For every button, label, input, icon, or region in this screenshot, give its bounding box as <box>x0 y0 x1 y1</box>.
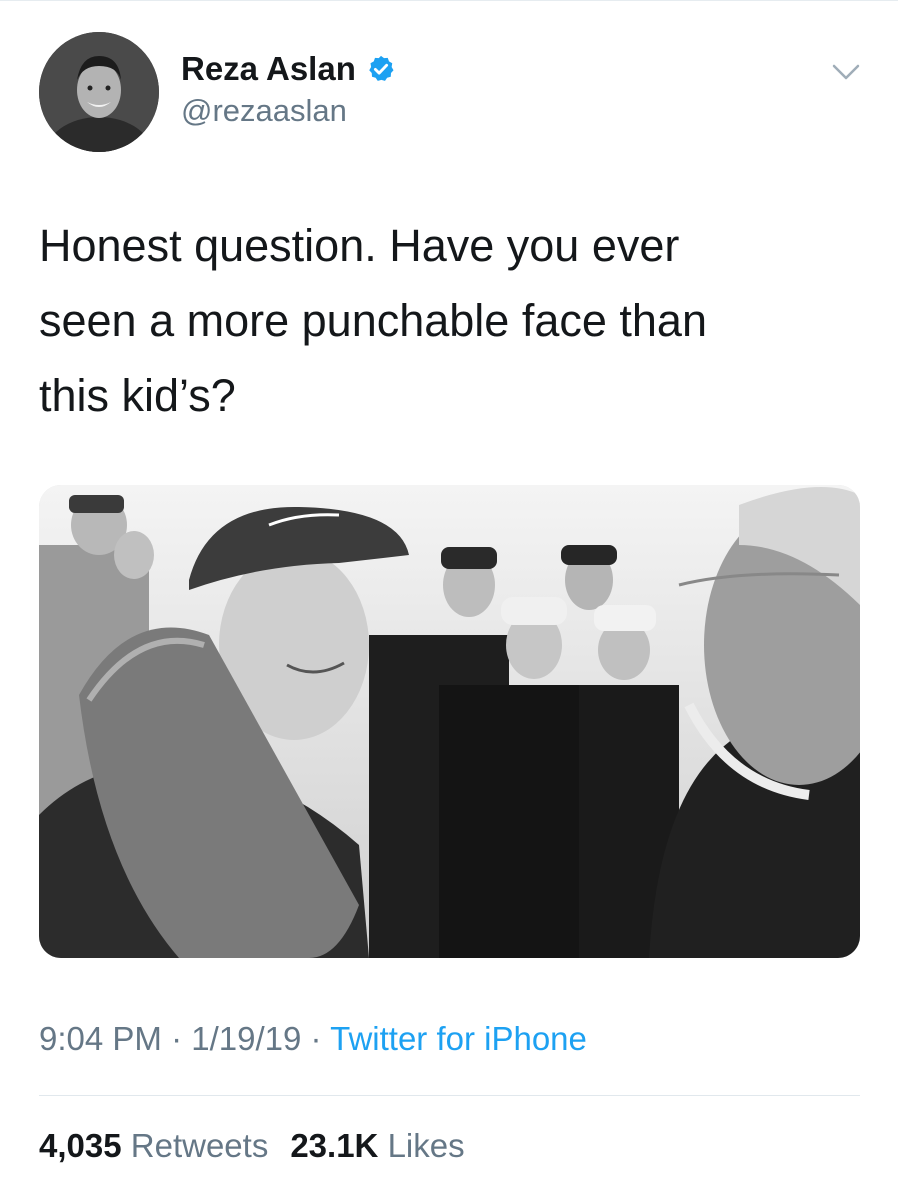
likes-count: 23.1K <box>290 1127 379 1164</box>
chevron-down-icon[interactable] <box>831 62 861 82</box>
tweet-stats: 4,035 Retweets 23.1K Likes <box>39 1127 465 1165</box>
divider <box>39 1095 860 1096</box>
retweets-stat[interactable]: 4,035 Retweets <box>39 1127 268 1164</box>
retweets-count: 4,035 <box>39 1127 122 1164</box>
tweet-photo[interactable] <box>39 485 860 958</box>
tweet-date[interactable]: 1/19/19 <box>191 1020 301 1057</box>
tweet-source-link[interactable]: Twitter for iPhone <box>330 1020 587 1057</box>
top-border <box>0 0 898 1</box>
author-row[interactable]: Reza Aslan <box>181 47 396 91</box>
photo-illustration <box>39 485 860 958</box>
tweet-line: this kid’s? <box>39 370 236 421</box>
meta-separator: · <box>171 1020 183 1057</box>
author-name[interactable]: Reza Aslan <box>181 50 356 88</box>
verified-badge-icon <box>369 55 394 81</box>
tweet-line: Honest question. Have you ever <box>39 220 680 271</box>
avatar-photo <box>39 32 159 152</box>
retweets-label: Retweets <box>130 1127 269 1164</box>
likes-stat[interactable]: 23.1K Likes <box>290 1127 464 1164</box>
tweet-line: seen a more punchable face than <box>39 295 707 346</box>
author-handle[interactable]: @rezaaslan <box>181 93 347 129</box>
tweet-time[interactable]: 9:04 PM <box>39 1020 162 1057</box>
likes-label: Likes <box>387 1127 465 1164</box>
meta-separator: · <box>310 1020 322 1057</box>
avatar[interactable] <box>39 32 159 152</box>
tweet-text: Honest question. Have you ever seen a mo… <box>39 208 859 433</box>
tweet-metadata: 9:04 PM · 1/19/19 · Twitter for iPhone <box>39 1020 587 1058</box>
